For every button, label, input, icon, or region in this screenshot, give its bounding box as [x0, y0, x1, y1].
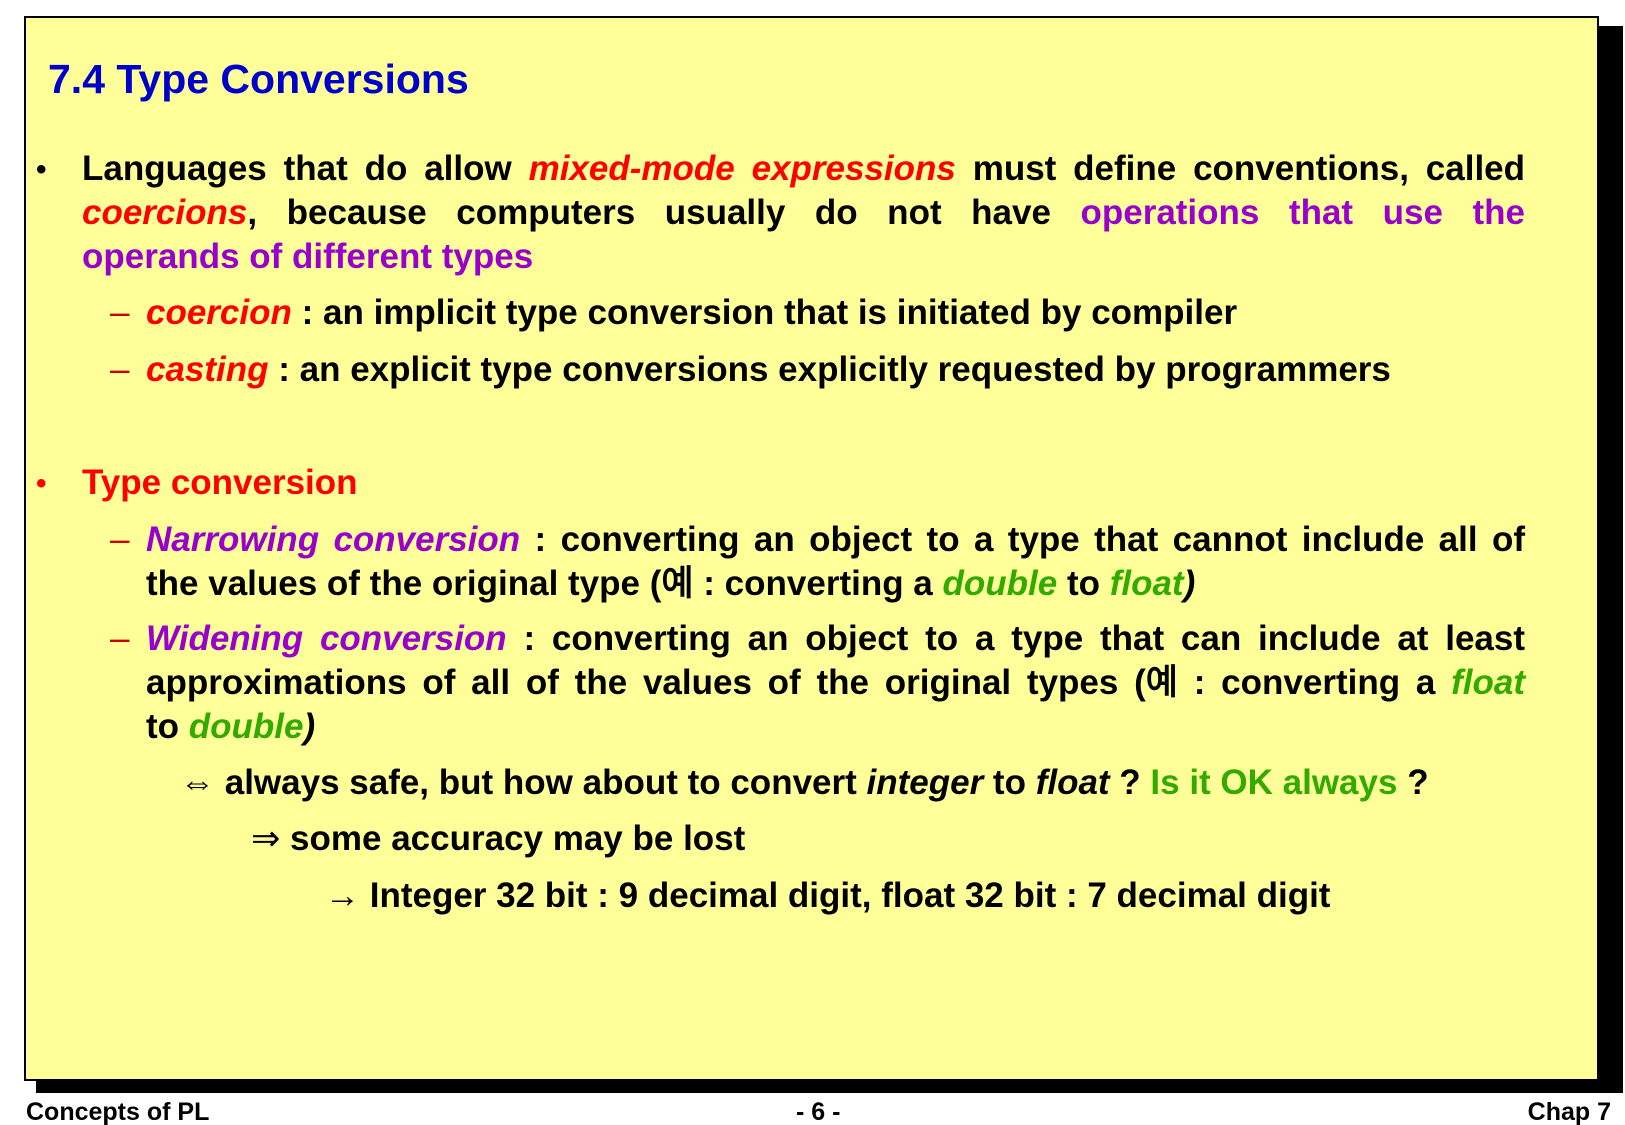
note-text: some accuracy may be lost	[280, 819, 746, 858]
right-arrow-icon: →	[325, 876, 360, 915]
widening-text: : converting an object to a type that ca…	[506, 619, 1526, 658]
footer-course: Concepts of PL	[26, 1098, 210, 1125]
slide-title: 7.4 Type Conversions	[48, 56, 469, 102]
double-keyword: double	[188, 707, 304, 746]
note-text: Integer 32 bit : 9 decimal digit, float …	[360, 876, 1331, 915]
footer-page-number: - 6 -	[796, 1098, 841, 1125]
widening-line2: approximations of all of the values of t…	[146, 660, 1525, 706]
note-text: always safe, but how about to convert	[215, 763, 867, 802]
note-text: to	[983, 763, 1036, 802]
bullet1-text: Languages that do allow	[82, 149, 529, 188]
integer-keyword: integer	[866, 763, 984, 802]
precision-note: → Integer 32 bit : 9 decimal digit, floa…	[325, 873, 1330, 919]
float-keyword: float	[1035, 763, 1110, 802]
narrowing-text: : converting an object to a type that ca…	[520, 520, 1525, 559]
widening-term: Widening conversion	[146, 619, 507, 658]
bullet1-text: must define conventions, called	[955, 149, 1526, 188]
ok-question: Is it OK always	[1150, 763, 1398, 802]
footer-chapter: Chap 7	[1527, 1098, 1611, 1125]
note-text: ?	[1397, 763, 1429, 802]
bullet1-line1: Languages that do allow mixed-mode expre…	[82, 146, 1525, 192]
casting-term: casting	[146, 350, 269, 389]
type-conversion-heading: Type conversion	[82, 463, 358, 502]
bullet-marker: •	[36, 467, 47, 500]
bullet1-line2: coercions, because computers usually do …	[82, 190, 1525, 236]
dash-marker: –	[110, 293, 130, 332]
dash-marker: –	[110, 520, 130, 559]
note-text: ?	[1109, 763, 1151, 802]
slide: 7.4 Type Conversions • Languages that do…	[24, 16, 1599, 1081]
safety-note: ⇔ always safe, but how about to convert …	[180, 760, 1429, 806]
widening-text: to	[146, 707, 189, 746]
narrowing-line1: Narrowing conversion : converting an obj…	[146, 517, 1525, 563]
bullet-marker: •	[36, 153, 47, 186]
narrowing-text: to	[1057, 564, 1110, 603]
implies-arrow-icon: ⇒	[251, 819, 281, 858]
operations-phrase: operations that use the	[1080, 193, 1525, 232]
widening-line3: to double)	[146, 704, 315, 750]
casting-definition: : an explicit type conversions explicitl…	[268, 350, 1391, 389]
widening-text: approximations of all of the values of t…	[146, 663, 1452, 702]
casting-item: casting : an explicit type conversions e…	[146, 347, 1391, 393]
bullet1-text: , because computers usually do not have	[247, 193, 1081, 232]
closing-paren: )	[303, 707, 316, 746]
float-keyword: float	[1451, 663, 1525, 702]
float-keyword: float	[1109, 564, 1184, 603]
mixed-mode-term: mixed-mode expressions	[528, 149, 956, 188]
closing-paren: )	[1183, 564, 1196, 603]
accuracy-note: ⇒ some accuracy may be lost	[251, 816, 745, 862]
narrowing-line2: the values of the original type (예 : con…	[146, 561, 1195, 607]
widening-line1: Widening conversion : converting an obje…	[146, 616, 1525, 662]
dash-marker: –	[110, 619, 130, 658]
coercion-definition: : an implicit type conversion that is in…	[291, 293, 1238, 332]
narrowing-text: the values of the original type (예 : con…	[146, 564, 943, 603]
double-keyword: double	[942, 564, 1058, 603]
coercions-term: coercions	[82, 193, 248, 232]
coercion-term: coercion	[146, 293, 292, 332]
narrowing-term: Narrowing conversion	[146, 520, 521, 559]
double-arrow-icon: ⇔	[180, 763, 215, 802]
dash-marker: –	[110, 350, 130, 389]
bullet1-line3: operands of different types	[82, 237, 534, 276]
coercion-item: coercion : an implicit type conversion t…	[146, 290, 1237, 336]
